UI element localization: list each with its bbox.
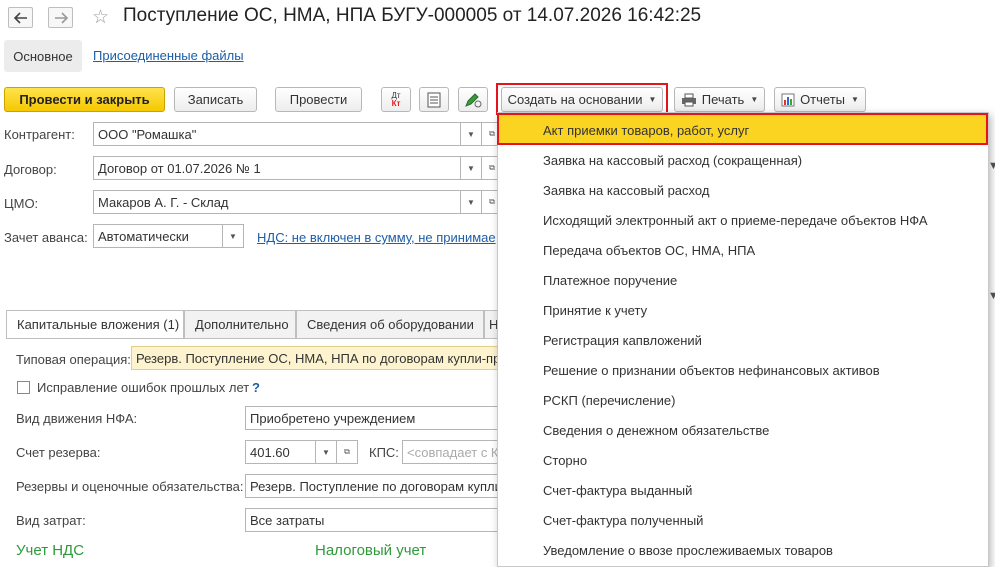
menu-item-monetary-obligation[interactable]: Сведения о денежном обязательстве (498, 415, 988, 445)
reserves-field[interactable]: Резерв. Поступление по договорам купли (245, 474, 498, 498)
forward-button[interactable] (48, 7, 73, 28)
operation-type-field[interactable]: Резерв. Поступление ОС, НМА, НПА по дого… (131, 346, 498, 370)
menu-item-payment-order[interactable]: Платежное поручение (498, 265, 988, 295)
page-title: Поступление ОС, НМА, НПА БУГУ-000005 от … (123, 5, 702, 26)
operation-type-label: Типовая операция: (16, 352, 131, 367)
dt-kt-icon: Дт Кт (391, 90, 401, 108)
nfa-movement-field[interactable]: Приобретено учреждением (245, 406, 498, 430)
create-based-on-menu: Акт приемки товаров, работ, услуг Заявка… (497, 112, 989, 567)
tab-equipment-info[interactable]: Сведения об оборудовании (296, 310, 484, 338)
edit-button[interactable] (458, 87, 488, 112)
chevron-down-icon: ▼ (851, 95, 859, 104)
dt-kt-button[interactable]: Дт Кт (381, 87, 411, 112)
menu-item-nfa-recognition[interactable]: Решение о признании объектов нефинансовы… (498, 355, 988, 385)
fix-errors-checkbox[interactable] (17, 381, 30, 394)
arrow-right-icon (54, 11, 68, 24)
counterparty-field[interactable]: ООО "Ромашка" (93, 122, 461, 146)
highlight-frame (496, 83, 668, 115)
reserve-account-label: Счет резерва: (16, 445, 101, 460)
advance-offset-field[interactable]: Автоматически (93, 224, 223, 248)
vat-link[interactable]: НДС: не включен в сумму, не принимае (257, 230, 496, 245)
save-button[interactable]: Записать (174, 87, 257, 112)
chevron-down-icon[interactable]: ▼ (460, 122, 482, 146)
menu-item-traceable-import[interactable]: Уведомление о ввозе прослеживаемых товар… (498, 535, 988, 565)
open-icon[interactable]: ⧉ (336, 440, 358, 464)
kps-field[interactable]: <совпадает с К (402, 440, 498, 464)
fix-errors-label: Исправление ошибок прошлых лет (37, 380, 250, 395)
reserve-account-field[interactable]: 401.60 (245, 440, 316, 464)
menu-item-accept-accounting[interactable]: Принятие к учету (498, 295, 988, 325)
kps-label: КПС: (369, 445, 399, 460)
highlight-frame (497, 113, 988, 145)
print-button[interactable]: Печать ▼ (674, 87, 765, 112)
list-button[interactable] (419, 87, 449, 112)
cmo-field[interactable]: Макаров А. Г. - Склад (93, 190, 461, 214)
post-and-close-button[interactable]: Провести и закрыть (4, 87, 165, 112)
cost-type-label: Вид затрат: (16, 513, 86, 528)
back-button[interactable] (8, 7, 33, 28)
reports-button[interactable]: Отчеты ▼ (774, 87, 866, 112)
tab-divider (6, 338, 498, 339)
contract-field[interactable]: Договор от 01.07.2026 № 1 (93, 156, 461, 180)
reserves-label: Резервы и оценочные обязательства: (16, 479, 244, 494)
pencil-icon (465, 92, 482, 107)
printer-icon (681, 93, 696, 106)
report-chart-icon (781, 93, 795, 106)
advance-offset-label: Зачет аванса: (4, 230, 88, 245)
tab-capital-investments[interactable]: Капитальные вложения (1) (6, 310, 184, 338)
tab-main[interactable]: Основное (4, 40, 82, 72)
menu-item-cash-request-short[interactable]: Заявка на кассовый расход (сокращенная) (498, 145, 988, 175)
nfa-movement-label: Вид движения НФА: (16, 411, 138, 426)
cmo-label: ЦМО: (4, 196, 39, 211)
arrow-left-icon (13, 11, 27, 24)
menu-item-invoice-issued[interactable]: Счет-фактура выданный (498, 475, 988, 505)
menu-item-capex-registration[interactable]: Регистрация капвложений (498, 325, 988, 355)
help-icon[interactable]: ? (252, 380, 260, 395)
chevron-down-icon[interactable]: ▼ (222, 224, 244, 248)
menu-item-invoice-received[interactable]: Счет-фактура полученный (498, 505, 988, 535)
reports-label: Отчеты (800, 92, 845, 107)
menu-item-storno[interactable]: Сторно (498, 445, 988, 475)
star-icon[interactable]: ☆ (92, 6, 109, 29)
chevron-down-icon[interactable]: ▼ (315, 440, 337, 464)
chevron-down-icon: ▼ (750, 95, 759, 104)
chevron-down-icon[interactable]: ▼ (460, 190, 482, 214)
post-button[interactable]: Провести (275, 87, 362, 112)
menu-item-transfer-objects[interactable]: Передача объектов ОС, НМА, НПА (498, 235, 988, 265)
vat-section-title[interactable]: Учет НДС (16, 542, 84, 559)
menu-item-rskp[interactable]: РСКП (перечисление) (498, 385, 988, 415)
document-list-icon (427, 92, 441, 107)
tax-section-title[interactable]: Налоговый учет (315, 542, 426, 559)
chevron-down-icon: ▼ (988, 290, 995, 302)
menu-item-cash-request[interactable]: Заявка на кассовый расход (498, 175, 988, 205)
counterparty-label: Контрагент: (4, 127, 75, 142)
tab-attached-files[interactable]: Присоединенные файлы (93, 48, 244, 63)
cost-type-field[interactable]: Все затраты (245, 508, 498, 532)
contract-label: Договор: (4, 162, 57, 177)
print-label: Печать (701, 92, 745, 107)
tab-additional[interactable]: Дополнительно (184, 310, 296, 338)
chevron-down-icon[interactable]: ▼ (460, 156, 482, 180)
menu-item-outgoing-e-act[interactable]: Исходящий электронный акт о приеме-перед… (498, 205, 988, 235)
chevron-down-icon: ▼ (988, 160, 995, 172)
